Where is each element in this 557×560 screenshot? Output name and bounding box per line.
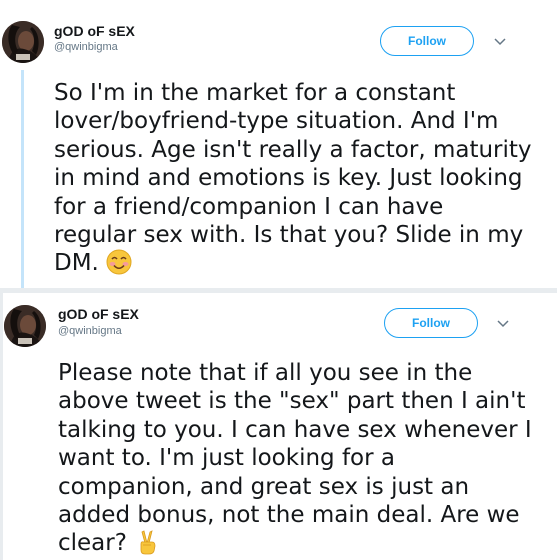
display-name[interactable]: gOD oF sEX [58, 306, 139, 322]
tweet-line: above tweet is the "sex" part then I ain… [58, 388, 526, 415]
tweet-line: lover/boyfriend-type situation. And I'm [54, 108, 499, 135]
display-name[interactable]: gOD oF sEX [54, 23, 135, 39]
follow-button[interactable]: Follow [380, 26, 474, 56]
tweet-line: DM. [54, 250, 99, 277]
tweet-line: for a friend/companion I can have [54, 193, 444, 220]
tweet-line: serious. Age isn't really a factor, matu… [54, 136, 532, 163]
user-handle[interactable]: @qwinbigma [58, 325, 122, 337]
avatar-image [2, 21, 44, 63]
thread-connector [21, 70, 24, 288]
chevron-down-icon[interactable] [496, 317, 510, 331]
tweet-line: regular sex with. Is that you? Slide in … [54, 222, 524, 249]
tweet-text: So I'm in the market for a constant love… [54, 79, 532, 278]
tweet-line: Please note that if all you see in the [58, 360, 473, 386]
smiling-face-with-heart-eyes-icon [106, 249, 132, 275]
tweet-line: added bonus, not the main deal. Are we [58, 502, 520, 529]
tweet-line: talking to you. I can have sex whenever … [58, 416, 532, 443]
tweet-card: gOD oF sEX @qwinbigma Follow So I'm in t… [0, 0, 557, 288]
tweet-line: want to. I'm just looking for a [58, 445, 395, 472]
victory-hand-icon [134, 529, 160, 555]
tweet-line: clear? [58, 530, 127, 557]
tweet-line: companion, and great sex is just an [58, 473, 470, 500]
tweet-line: So I'm in the market for a constant [54, 80, 456, 106]
tweet-card: gOD oF sEX @qwinbigma Follow Please note… [3, 293, 557, 560]
follow-button[interactable]: Follow [384, 308, 478, 338]
avatar[interactable] [4, 305, 46, 347]
avatar[interactable] [2, 21, 44, 63]
tweet-text: Please note that if all you see in the a… [58, 359, 532, 558]
avatar-image [4, 305, 46, 347]
chevron-down-icon[interactable] [493, 35, 507, 49]
user-handle[interactable]: @qwinbigma [54, 41, 118, 53]
tweet-line: in mind and emotions is key. Just lookin… [54, 165, 523, 192]
